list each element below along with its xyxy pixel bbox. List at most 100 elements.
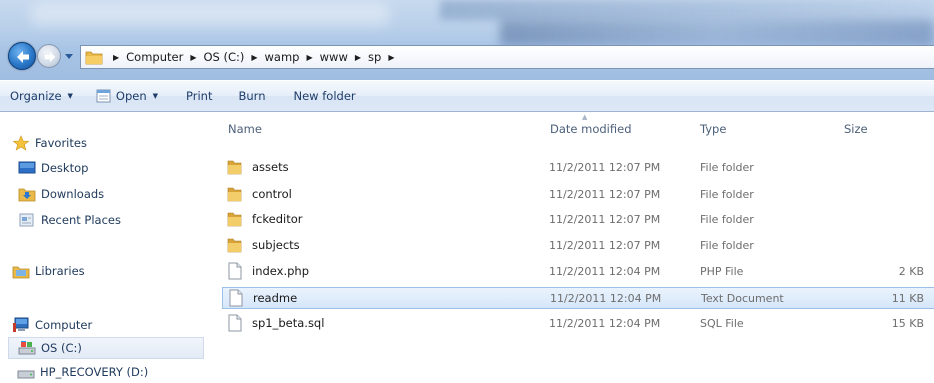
file-type: SQL File bbox=[700, 316, 744, 330]
nav-label-os-c: OS (C:) bbox=[41, 341, 82, 355]
file-row-selected[interactable]: readme 11/2/2011 12:04 PM Text Document … bbox=[222, 287, 934, 309]
notepad-icon bbox=[96, 89, 111, 103]
file-name: fckeditor bbox=[252, 212, 303, 226]
folder-icon bbox=[227, 160, 242, 175]
organize-button[interactable]: Organize ▼ bbox=[10, 84, 84, 108]
nav-item-recent-places[interactable]: Recent Places bbox=[18, 209, 121, 231]
address-bar[interactable]: ▶ Computer ▶ OS (C:) ▶ wamp ▶ www ▶ sp ▶ bbox=[80, 45, 934, 69]
file-date: 11/2/2011 12:04 PM bbox=[550, 291, 662, 305]
nav-label-downloads: Downloads bbox=[41, 187, 105, 201]
navigation-pane: Favorites Desktop Downloads Recent Place… bbox=[0, 113, 206, 383]
file-size: 11 KB bbox=[891, 291, 924, 305]
nav-label-computer: Computer bbox=[35, 318, 93, 332]
breadcrumb-www[interactable]: www bbox=[320, 50, 348, 64]
file-type: Text Document bbox=[701, 291, 784, 305]
burn-label: Burn bbox=[238, 89, 266, 103]
folder-icon bbox=[227, 238, 242, 253]
nav-label-libraries: Libraries bbox=[35, 264, 85, 278]
desktop-icon bbox=[18, 161, 36, 174]
recent-places-icon bbox=[19, 213, 34, 227]
nav-item-os-c[interactable]: OS (C:) bbox=[8, 337, 204, 359]
file-size: 2 KB bbox=[898, 264, 924, 278]
chevron-down-icon: ▼ bbox=[67, 92, 73, 100]
file-name: control bbox=[252, 187, 292, 201]
nav-item-desktop[interactable]: Desktop bbox=[18, 157, 88, 179]
forward-button[interactable] bbox=[37, 44, 61, 68]
file-type: File folder bbox=[700, 160, 754, 174]
sort-indicator-icon: ▲ bbox=[582, 113, 588, 121]
star-icon bbox=[12, 135, 30, 151]
title-blur bbox=[440, 0, 934, 20]
file-type: File folder bbox=[700, 212, 754, 226]
file-size: 15 KB bbox=[891, 316, 924, 330]
file-icon bbox=[228, 314, 242, 332]
file-date: 11/2/2011 12:04 PM bbox=[549, 316, 661, 330]
new-folder-label: New folder bbox=[293, 89, 356, 103]
title-bar: ▶ Computer ▶ OS (C:) ▶ wamp ▶ www ▶ sp ▶ bbox=[0, 0, 934, 80]
file-name: subjects bbox=[252, 238, 300, 252]
nav-item-computer[interactable]: Computer bbox=[12, 314, 92, 336]
column-header-size[interactable]: Size bbox=[844, 122, 868, 136]
breadcrumb-arrow-icon[interactable]: ▶ bbox=[251, 53, 257, 62]
breadcrumb-arrow-icon[interactable]: ▶ bbox=[355, 53, 361, 62]
file-type: File folder bbox=[700, 187, 754, 201]
text-document-icon bbox=[229, 289, 243, 307]
drive-icon bbox=[17, 370, 35, 379]
nav-label-desktop: Desktop bbox=[41, 161, 89, 175]
file-date: 11/2/2011 12:07 PM bbox=[549, 187, 661, 201]
breadcrumb-os-c[interactable]: OS (C:) bbox=[203, 50, 244, 64]
back-button[interactable] bbox=[8, 42, 36, 70]
file-name: assets bbox=[252, 160, 289, 174]
file-type: File folder bbox=[700, 238, 754, 252]
breadcrumb-arrow-icon[interactable]: ▶ bbox=[307, 53, 313, 62]
back-arrow-icon bbox=[17, 51, 29, 63]
breadcrumb-arrow-icon[interactable]: ▶ bbox=[388, 53, 394, 62]
file-row[interactable]: sp1_beta.sql 11/2/2011 12:04 PM SQL File… bbox=[222, 312, 934, 334]
nav-item-hp-recovery[interactable]: HP_RECOVERY (D:) bbox=[17, 361, 148, 383]
burn-button[interactable]: Burn bbox=[228, 84, 277, 108]
organize-label: Organize bbox=[10, 89, 62, 103]
column-header-date-modified[interactable]: Date modified bbox=[550, 122, 632, 136]
nav-item-libraries[interactable]: Libraries bbox=[12, 260, 85, 282]
file-name: index.php bbox=[252, 264, 310, 278]
nav-label-recent-places: Recent Places bbox=[41, 213, 121, 227]
file-date: 11/2/2011 12:07 PM bbox=[549, 160, 661, 174]
breadcrumb-wamp[interactable]: wamp bbox=[265, 50, 300, 64]
drive-icon bbox=[18, 341, 36, 355]
open-button[interactable]: Open ▼ bbox=[84, 84, 169, 108]
folder-icon bbox=[85, 51, 103, 65]
title-blur bbox=[500, 20, 934, 46]
new-folder-button[interactable]: New folder bbox=[283, 84, 367, 108]
file-type: PHP File bbox=[700, 264, 744, 278]
file-row[interactable]: index.php 11/2/2011 12:04 PM PHP File 2 … bbox=[222, 260, 934, 282]
file-date: 11/2/2011 12:04 PM bbox=[549, 264, 661, 278]
breadcrumb-arrow-icon[interactable]: ▶ bbox=[113, 53, 119, 62]
breadcrumb-computer[interactable]: Computer bbox=[126, 50, 183, 64]
command-bar: Organize ▼ Open ▼ Print Burn New folder bbox=[0, 80, 934, 112]
column-header-name[interactable]: Name bbox=[228, 122, 262, 136]
downloads-folder-icon bbox=[18, 188, 36, 202]
nav-label-hp-recovery: HP_RECOVERY (D:) bbox=[40, 365, 149, 379]
nav-item-favorites[interactable]: Favorites bbox=[12, 132, 87, 154]
recent-pages-dropdown-icon[interactable] bbox=[63, 50, 75, 62]
file-row[interactable]: control 11/2/2011 12:07 PM File folder bbox=[222, 183, 934, 205]
file-date: 11/2/2011 12:07 PM bbox=[549, 212, 661, 226]
file-name: sp1_beta.sql bbox=[252, 316, 325, 330]
libraries-icon bbox=[12, 266, 30, 279]
breadcrumb-sp[interactable]: sp bbox=[368, 50, 381, 64]
print-button[interactable]: Print bbox=[175, 84, 223, 108]
print-label: Print bbox=[186, 89, 213, 103]
nav-item-downloads[interactable]: Downloads bbox=[18, 183, 104, 205]
breadcrumb-arrow-icon[interactable]: ▶ bbox=[190, 53, 196, 62]
column-header-type[interactable]: Type bbox=[700, 122, 726, 136]
file-row[interactable]: assets 11/2/2011 12:07 PM File folder bbox=[222, 156, 934, 178]
file-row[interactable]: subjects 11/2/2011 12:07 PM File folder bbox=[222, 234, 934, 256]
folder-icon bbox=[227, 212, 242, 227]
title-blur bbox=[30, 2, 390, 26]
nav-label-favorites: Favorites bbox=[35, 136, 87, 150]
computer-icon bbox=[13, 317, 29, 332]
open-label: Open bbox=[115, 89, 147, 103]
file-row[interactable]: fckeditor 11/2/2011 12:07 PM File folder bbox=[222, 208, 934, 230]
file-icon bbox=[228, 262, 242, 280]
forward-arrow-icon bbox=[44, 51, 56, 63]
